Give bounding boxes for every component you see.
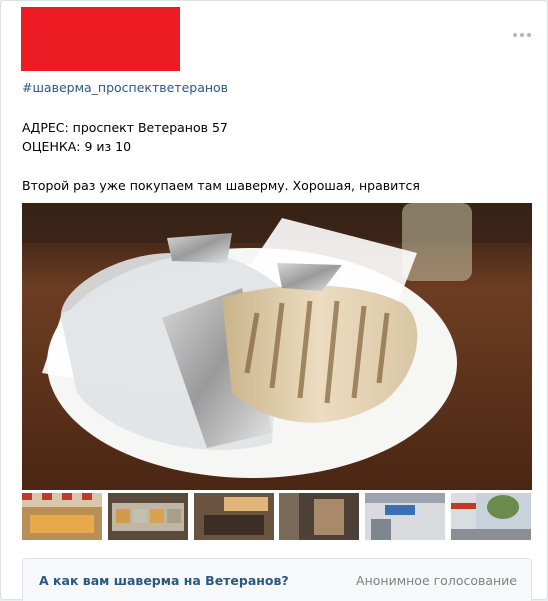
thumbnail-3-image xyxy=(193,493,274,540)
poll-type-label: Анонимное голосование xyxy=(356,573,517,588)
main-photo[interactable] xyxy=(22,203,532,490)
thumbnail-3[interactable] xyxy=(193,493,275,540)
thumbnail-2[interactable] xyxy=(107,493,189,540)
address-text: АДРЕС: проспект Ветеранов 57 xyxy=(22,120,228,135)
rating-text: ОЦЕНКА: 9 из 10 xyxy=(22,139,132,154)
thumbnail-6-image xyxy=(451,493,532,540)
thumbnail-5[interactable] xyxy=(365,493,446,540)
hashtag-link[interactable]: #шаверма_проспектветеранов xyxy=(22,80,228,95)
post-body-text: Второй раз уже покупаем там шаверму. Хор… xyxy=(22,178,420,193)
poll-block[interactable]: А как вам шаверма на Ветеранов? Анонимно… xyxy=(22,558,532,601)
redacted-author-block xyxy=(21,7,180,71)
poll-question: А как вам шаверма на Ветеранов? xyxy=(39,573,289,588)
thumbnail-4-image xyxy=(279,493,360,540)
shawarma-photo-image xyxy=(22,203,532,490)
wall-post: #шаверма_проспектветеранов АДРЕС: проспе… xyxy=(0,0,548,601)
thumbnail-5-image xyxy=(365,493,446,540)
thumbnail-1-image xyxy=(22,493,102,540)
thumbnail-2-image xyxy=(107,493,188,540)
thumbnail-4[interactable] xyxy=(279,493,360,540)
more-dots-icon[interactable] xyxy=(513,33,531,37)
thumbnail-6[interactable] xyxy=(451,493,532,540)
thumbnail-1[interactable] xyxy=(22,493,103,540)
photo-thumbnails xyxy=(22,493,532,540)
